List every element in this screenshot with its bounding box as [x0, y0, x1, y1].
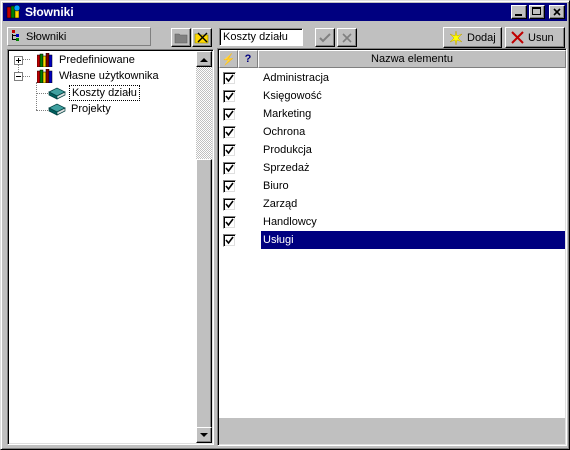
tree-scrollbar[interactable] — [196, 51, 212, 443]
help-column-header[interactable]: ? — [238, 50, 258, 68]
tree-item-label: Predefiniowane — [59, 54, 135, 66]
active-checkbox[interactable] — [222, 179, 236, 193]
table-row[interactable]: Handlowcy — [219, 213, 565, 231]
maximize-button[interactable] — [529, 5, 545, 19]
table-row[interactable]: Biuro — [219, 177, 565, 195]
table-row[interactable]: Administracja — [219, 69, 565, 87]
cross-icon — [342, 32, 352, 43]
tree-item-projects[interactable]: Projekty — [48, 101, 113, 117]
element-name: Zarząd — [263, 198, 298, 210]
delete-folder-button[interactable] — [192, 28, 212, 47]
check-icon — [224, 110, 234, 118]
remove-button-label: Usun — [528, 31, 554, 44]
add-button-label: Dodaj — [467, 31, 496, 44]
star-burst-icon — [449, 30, 463, 45]
element-name: Księgowość — [263, 90, 322, 102]
remove-button[interactable]: Usun — [505, 27, 565, 48]
active-checkbox[interactable] — [222, 71, 236, 85]
confirm-button[interactable] — [315, 28, 335, 47]
table-row[interactable]: Sprzedaż — [219, 159, 565, 177]
table-row[interactable]: Ochrona — [219, 123, 565, 141]
books-icon — [37, 69, 53, 83]
dictionaries-header: Słowniki — [7, 27, 151, 46]
elements-grid[interactable]: ⚡ ? Nazwa elementu Administracja Księgow… — [217, 48, 567, 446]
tree-item-label: Koszty działu — [69, 85, 140, 101]
element-name: Biuro — [263, 180, 289, 192]
element-name: Usługi — [261, 231, 565, 249]
scroll-up-button[interactable] — [196, 51, 212, 67]
maximize-icon — [532, 7, 541, 15]
expand-icon[interactable] — [14, 55, 23, 65]
check-icon — [224, 164, 234, 172]
cancel-button[interactable] — [337, 28, 357, 47]
table-row-selected[interactable]: Usługi — [219, 231, 565, 249]
active-checkbox[interactable] — [222, 143, 236, 157]
delete-x-icon — [511, 31, 524, 44]
minimize-button[interactable] — [511, 5, 527, 19]
close-icon — [553, 8, 561, 16]
table-row[interactable]: Zarząd — [219, 195, 565, 213]
scroll-down-button[interactable] — [196, 427, 212, 443]
check-icon — [224, 236, 234, 244]
dictionary-tree[interactable]: Predefiniowane Własne użytkownika Koszty… — [7, 49, 214, 445]
lightning-icon: ⚡ — [221, 53, 236, 66]
dictionary-app-icon — [5, 4, 21, 20]
tree-item-label: Projekty — [71, 103, 111, 115]
question-icon: ? — [244, 53, 252, 65]
grid-footer — [219, 418, 565, 444]
book-icon — [48, 102, 66, 117]
tree-item-department-costs[interactable]: Koszty działu — [48, 85, 140, 101]
tree-item-predefined[interactable]: Predefiniowane — [14, 52, 137, 68]
book-icon — [48, 86, 66, 101]
element-name: Administracja — [263, 72, 330, 84]
check-icon — [224, 128, 234, 136]
check-icon — [224, 182, 234, 190]
active-checkbox[interactable] — [222, 89, 236, 103]
element-name: Sprzedaż — [263, 162, 310, 174]
tree-root-icon — [11, 29, 23, 44]
name-column-header[interactable]: Nazwa elementu — [258, 50, 566, 68]
active-checkbox[interactable] — [222, 107, 236, 121]
check-icon — [224, 200, 234, 208]
check-icon — [224, 74, 234, 82]
grid-body: Administracja Księgowość Marketing Ochro… — [219, 69, 565, 249]
active-checkbox[interactable] — [222, 233, 236, 247]
check-icon — [224, 218, 234, 226]
arrow-up-icon — [200, 57, 208, 62]
active-column-header[interactable]: ⚡ — [219, 50, 238, 68]
check-icon — [224, 92, 234, 100]
window-title: Słowniki — [25, 5, 74, 19]
add-button[interactable]: Dodaj — [443, 27, 502, 48]
check-icon — [224, 146, 234, 154]
element-name: Ochrona — [263, 126, 306, 138]
active-checkbox[interactable] — [222, 161, 236, 175]
close-button[interactable] — [549, 5, 565, 19]
main-window: Słowniki Słowniki Predefiniowane Własne … — [0, 0, 570, 450]
tree-item-user-defined[interactable]: Własne użytkownika — [14, 68, 161, 84]
minimize-icon — [515, 14, 522, 16]
active-checkbox[interactable] — [222, 197, 236, 211]
grid-header: ⚡ ? Nazwa elementu — [219, 50, 566, 68]
active-checkbox[interactable] — [222, 125, 236, 139]
delete-folder-icon — [194, 32, 209, 44]
books-icon — [37, 53, 53, 67]
element-name: Handlowcy — [263, 216, 317, 228]
tree-item-label: Własne użytkownika — [59, 70, 159, 82]
folder-icon — [174, 33, 188, 43]
scroll-thumb[interactable] — [196, 159, 212, 431]
dictionaries-header-label: Słowniki — [26, 30, 67, 43]
table-row[interactable]: Marketing — [219, 105, 565, 123]
name-column-label: Nazwa elementu — [371, 53, 453, 65]
active-checkbox[interactable] — [222, 215, 236, 229]
dictionary-name-input[interactable] — [219, 28, 303, 46]
title-bar[interactable]: Słowniki — [3, 3, 567, 21]
collapse-icon[interactable] — [14, 71, 23, 81]
arrow-down-icon — [200, 432, 208, 437]
element-name: Produkcja — [263, 144, 312, 156]
table-row[interactable]: Produkcja — [219, 141, 565, 159]
new-folder-button[interactable] — [171, 28, 191, 47]
table-row[interactable]: Księgowość — [219, 87, 565, 105]
check-icon — [319, 32, 331, 42]
element-name: Marketing — [263, 108, 312, 120]
